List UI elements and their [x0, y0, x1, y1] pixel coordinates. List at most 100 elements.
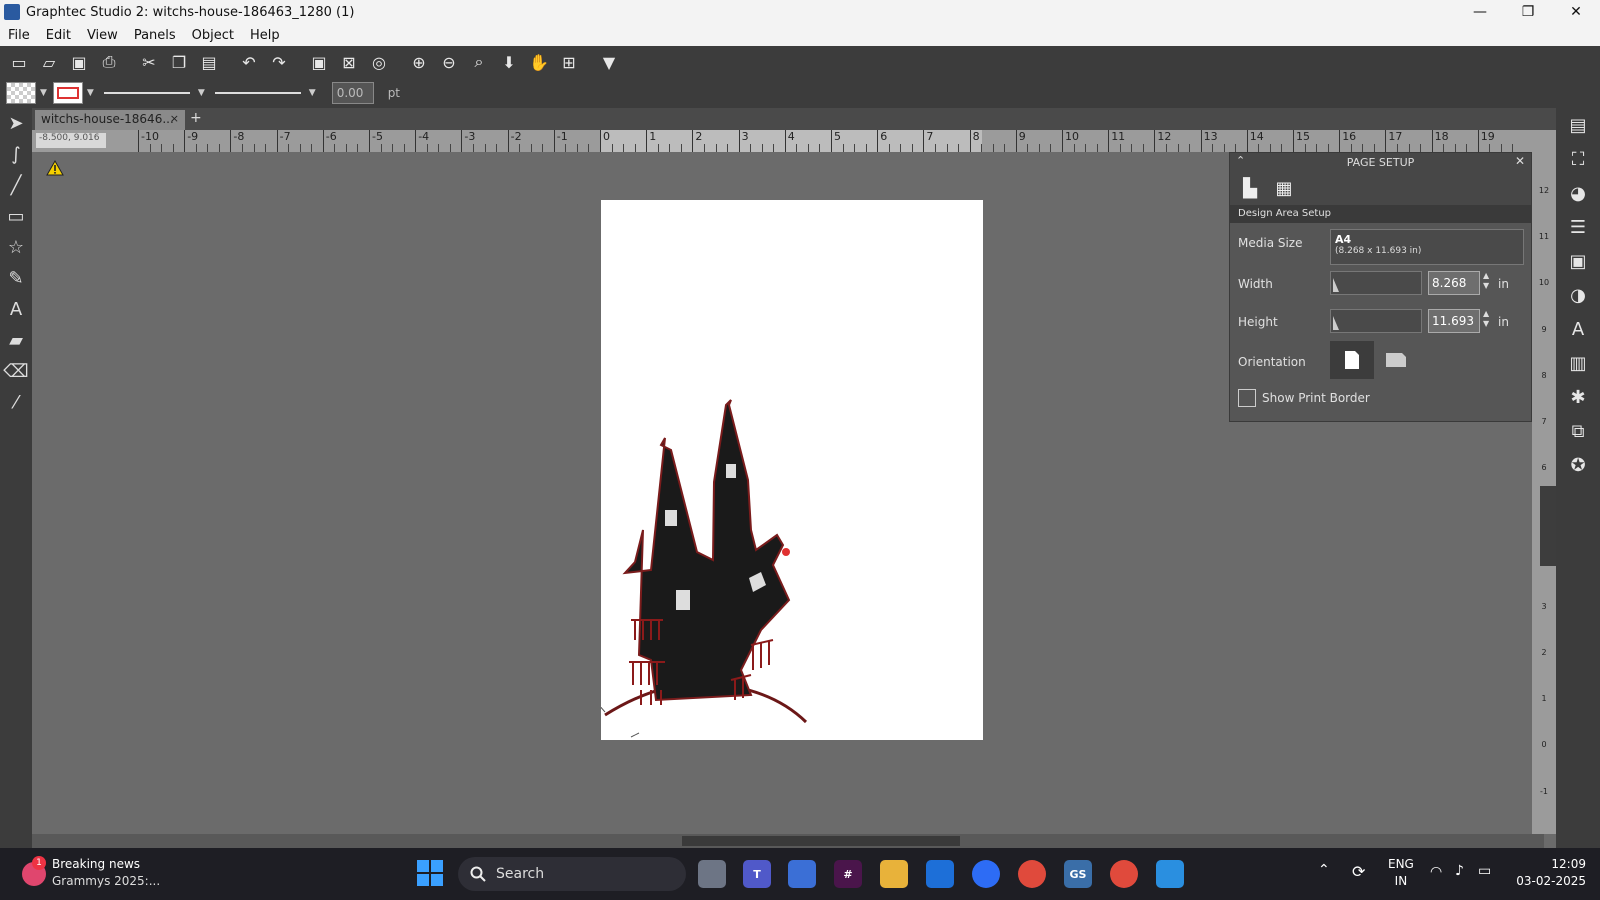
design-area-tab-icon[interactable]: ▙ — [1236, 174, 1264, 202]
close-button[interactable]: ✕ — [1552, 0, 1600, 24]
page-setup-icon[interactable]: ▤ — [1556, 108, 1600, 142]
save-icon[interactable]: ▣ — [64, 49, 94, 75]
text-style-icon[interactable]: A — [1556, 312, 1600, 346]
document-tab[interactable]: witchs-house-18646... × — [35, 110, 185, 130]
new-tab-icon[interactable]: + — [190, 110, 202, 126]
new-file-icon[interactable]: ▭ — [4, 49, 34, 75]
landscape-orientation-button[interactable] — [1374, 341, 1418, 379]
outlook-icon[interactable] — [926, 860, 954, 888]
line-tool-icon[interactable]: ╱ — [0, 170, 32, 201]
select-arrow-icon[interactable]: ➤ — [0, 108, 32, 139]
paste-icon[interactable]: ▤ — [194, 49, 224, 75]
chrome-profile-icon[interactable] — [1110, 860, 1138, 888]
fit-page-icon[interactable]: ⊞ — [554, 49, 584, 75]
wifi-icon[interactable]: ◠ — [1430, 864, 1442, 880]
send-to-cutter-icon[interactable]: ▼ — [594, 49, 624, 75]
move-down-icon[interactable]: ⬇ — [494, 49, 524, 75]
align-icon[interactable]: ▥ — [1556, 346, 1600, 380]
width-input[interactable]: 8.268 — [1428, 271, 1480, 295]
language-indicator[interactable]: ENG IN — [1388, 856, 1414, 890]
media-size-select[interactable]: A4 (8.268 x 11.693 in) — [1330, 229, 1524, 265]
edit-points-icon[interactable]: ∫ — [0, 139, 32, 170]
file-explorer-icon[interactable] — [880, 860, 908, 888]
cut-icon[interactable]: ✂ — [134, 49, 164, 75]
redo-icon[interactable]: ↷ — [264, 49, 294, 75]
ungroup-icon[interactable]: ⊠ — [334, 49, 364, 75]
transform-icon[interactable]: ⧉ — [1556, 414, 1600, 448]
pen-tool-icon[interactable]: ✎ — [0, 263, 32, 294]
trace-icon[interactable]: ◑ — [1556, 278, 1600, 312]
menu-help[interactable]: Help — [242, 28, 288, 43]
pan-hand-icon[interactable]: ✋ — [524, 49, 554, 75]
menu-edit[interactable]: Edit — [38, 28, 79, 43]
open-file-icon[interactable]: ▱ — [34, 49, 64, 75]
fill-tool-icon[interactable]: ▰ — [0, 325, 32, 356]
zoom-fit-icon[interactable]: ⌕ — [464, 49, 494, 75]
registration-marks-icon[interactable]: ⛶ — [1556, 142, 1600, 176]
sync-icon[interactable]: ⟳ — [1352, 862, 1365, 881]
knife-tool-icon[interactable]: ⁄ — [0, 387, 32, 418]
tray-chevron-icon[interactable]: ⌃ — [1318, 862, 1330, 878]
panel-close-icon[interactable]: ✕ — [1515, 154, 1525, 168]
fill-color-swatch[interactable] — [6, 82, 36, 104]
line-type-dropdown-icon[interactable]: ▼ — [309, 88, 316, 98]
portrait-orientation-button[interactable] — [1330, 341, 1374, 379]
tab-close-icon[interactable]: × — [170, 112, 179, 125]
line-weight-input[interactable]: 0.00 — [331, 82, 374, 104]
height-input[interactable]: 11.693 — [1428, 309, 1480, 333]
show-print-border-checkbox[interactable] — [1238, 389, 1256, 407]
copy-icon[interactable]: ❐ — [164, 49, 194, 75]
cut-settings-icon[interactable]: ▣ — [1556, 244, 1600, 278]
eraser-tool-icon[interactable]: ⌫ — [0, 356, 32, 387]
line-style-dropdown-icon[interactable]: ▼ — [198, 88, 205, 98]
zoom-in-icon[interactable]: ⊕ — [404, 49, 434, 75]
slack-icon[interactable]: # — [834, 860, 862, 888]
height-stepper-icon[interactable]: ▲ ▼ — [1483, 309, 1491, 329]
collapse-icon[interactable]: ⌃ — [1236, 154, 1245, 167]
rectangle-tool-icon[interactable]: ▭ — [0, 201, 32, 232]
vertical-scrollbar-thumb[interactable] — [1540, 486, 1556, 566]
star-tool-icon[interactable]: ☆ — [0, 232, 32, 263]
clock[interactable]: 12:09 03-02-2025 — [1510, 856, 1586, 890]
teams-icon[interactable]: T — [743, 860, 771, 888]
line-color-dropdown-icon[interactable]: ▼ — [87, 88, 94, 98]
zoom-icon[interactable] — [972, 860, 1000, 888]
library-icon[interactable]: ✪ — [1556, 448, 1600, 482]
undo-icon[interactable]: ↶ — [234, 49, 264, 75]
height-slider[interactable] — [1330, 309, 1422, 333]
text-tool-icon[interactable]: A — [0, 294, 32, 325]
line-color-swatch[interactable] — [52, 82, 83, 104]
print-icon[interactable]: ⎙ — [94, 49, 124, 75]
fill-color-dropdown-icon[interactable]: ▼ — [40, 88, 47, 98]
line-style-picker[interactable] — [103, 92, 190, 94]
start-button[interactable] — [417, 860, 443, 886]
select-all-icon[interactable]: ◎ — [364, 49, 394, 75]
graphtec-studio-icon[interactable]: GS — [1064, 860, 1092, 888]
task-view-icon[interactable] — [698, 860, 726, 888]
zoom-out-icon[interactable]: ⊖ — [434, 49, 464, 75]
line-style-icon[interactable]: ☰ — [1556, 210, 1600, 244]
news-widget[interactable]: 1 Breaking news Grammys 2025:... — [18, 854, 178, 894]
width-stepper-icon[interactable]: ▲ ▼ — [1483, 271, 1491, 291]
taskbar-search[interactable]: Search — [458, 857, 686, 891]
menu-object[interactable]: Object — [184, 28, 242, 43]
photos-icon[interactable] — [1156, 860, 1184, 888]
chrome-icon[interactable] — [1018, 860, 1046, 888]
menu-panels[interactable]: Panels — [126, 28, 184, 43]
warning-icon[interactable] — [46, 160, 64, 176]
menu-file[interactable]: File — [0, 28, 38, 43]
fill-palette-icon[interactable]: ◕ — [1556, 176, 1600, 210]
horizontal-scrollbar-thumb[interactable] — [682, 836, 960, 846]
replicate-icon[interactable]: ✱ — [1556, 380, 1600, 414]
horizontal-scrollbar[interactable] — [32, 834, 1544, 848]
maximize-button[interactable]: ❐ — [1504, 0, 1552, 24]
minimize-button[interactable]: — — [1456, 0, 1504, 24]
volume-icon[interactable]: ♪ — [1455, 863, 1464, 879]
group-icon[interactable]: ▣ — [304, 49, 334, 75]
witch-house-artwork[interactable] — [598, 200, 983, 740]
menu-view[interactable]: View — [79, 28, 126, 43]
grid-tab-icon[interactable]: ▦ — [1270, 174, 1298, 202]
width-slider[interactable] — [1330, 271, 1422, 295]
copilot-icon[interactable] — [788, 860, 816, 888]
design-page[interactable] — [598, 200, 983, 740]
